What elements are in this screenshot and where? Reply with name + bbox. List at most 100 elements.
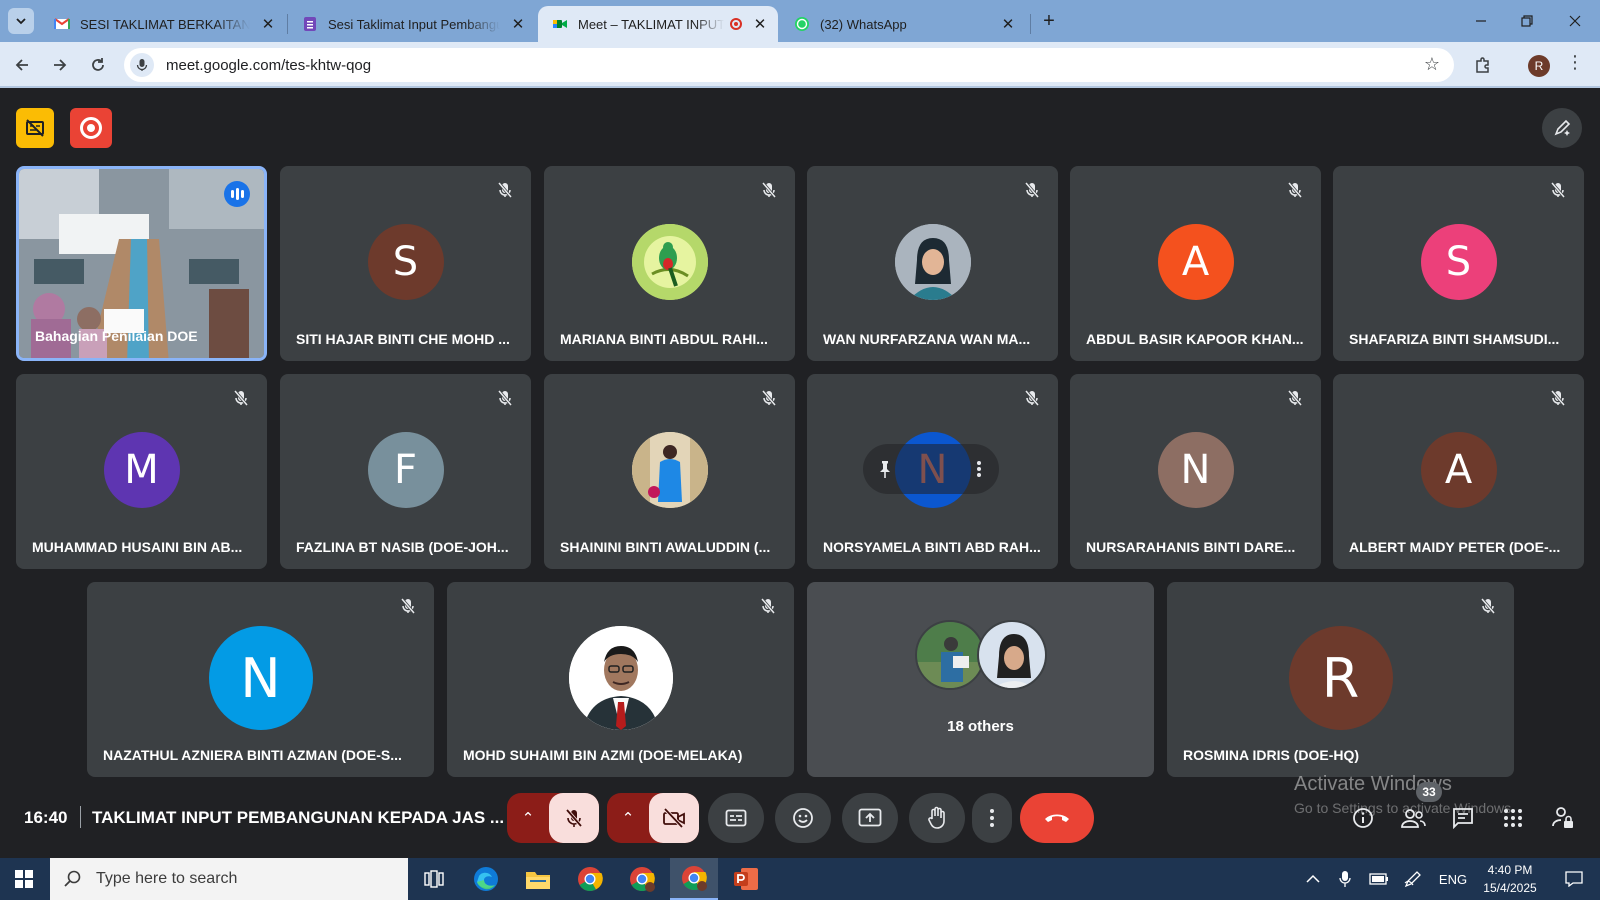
avatar: F — [367, 432, 444, 508]
minimize-button[interactable] — [1458, 6, 1504, 36]
address-bar[interactable]: meet.google.com/tes-khtw-qog ☆ — [124, 48, 1454, 82]
close-tab-icon[interactable]: ✕ — [260, 15, 276, 33]
pin-icon[interactable] — [875, 459, 895, 479]
task-view-button[interactable] — [410, 858, 458, 900]
others-tile[interactable]: 18 others — [807, 582, 1154, 777]
forward-button[interactable] — [46, 51, 74, 79]
taskbar-chrome[interactable] — [566, 858, 614, 900]
restore-button[interactable] — [1504, 6, 1550, 36]
chrome-icon — [630, 867, 655, 892]
forms-icon — [304, 17, 316, 31]
profile-avatar[interactable]: R — [1528, 55, 1550, 77]
camera-toggle-button[interactable] — [649, 793, 699, 843]
speaking-indicator-icon — [224, 181, 250, 207]
more-vert-icon — [990, 809, 994, 827]
tab-gmail[interactable]: SESI TAKLIMAT BERKAITAN INPUT ✕ — [40, 6, 286, 42]
participant-tile[interactable]: WAN NURFARZANA WAN MA... — [807, 166, 1058, 361]
tab-title: Meet – TAKLIMAT INPUT PEMBANGUNAN — [578, 16, 724, 32]
participant-count-badge: 33 — [1416, 782, 1442, 802]
reactions-button[interactable] — [775, 793, 831, 843]
back-button[interactable] — [8, 51, 36, 79]
participant-tile[interactable]: M MUHAMMAD HUSAINI BIN AB... — [16, 374, 267, 569]
people-button[interactable] — [1398, 803, 1428, 833]
participant-tile[interactable]: S SHAFARIZA BINTI SHAMSUDI... — [1333, 166, 1584, 361]
close-window-button[interactable] — [1552, 6, 1598, 36]
participant-tile[interactable]: R ROSMINA IDRIS (DOE-HQ) — [1167, 582, 1514, 777]
participant-tile[interactable]: N NURSARAHANIS BINTI DARE... — [1070, 374, 1321, 569]
tray-clock[interactable]: 4:40 PM 15/4/2025 — [1470, 861, 1550, 897]
windows-logo-icon — [15, 870, 33, 888]
participant-tile-hovered[interactable]: N NORSYAMELA BINTI ABD RAH... — [807, 374, 1058, 569]
puzzle-icon — [1476, 57, 1489, 73]
host-controls-button[interactable] — [1548, 803, 1578, 833]
emoji-icon — [793, 808, 813, 828]
mic-toggle-button[interactable] — [549, 793, 599, 843]
captions-off-badge[interactable] — [16, 108, 54, 148]
tile-hover-controls — [863, 444, 999, 494]
meeting-tools-button[interactable] — [1542, 108, 1582, 148]
tray-language[interactable]: ENG — [1436, 858, 1470, 900]
mic-off-icon — [497, 390, 513, 406]
participant-tile[interactable]: N NAZATHUL AZNIERA BINTI AZMAN (DOE-S... — [87, 582, 434, 777]
more-options-icon[interactable] — [969, 459, 989, 479]
participant-tile[interactable]: A ALBERT MAIDY PETER (DOE-... — [1333, 374, 1584, 569]
tab-forms[interactable]: Sesi Taklimat Input Pembangunan ✕ — [288, 6, 536, 42]
close-tab-icon[interactable]: ✕ — [752, 15, 768, 33]
captions-button[interactable] — [708, 793, 764, 843]
bookmark-star-icon[interactable]: ☆ — [1424, 54, 1440, 75]
minimize-icon — [1476, 20, 1486, 22]
taskbar-search-box[interactable]: Type here to search — [50, 858, 408, 900]
tray-battery[interactable] — [1366, 858, 1392, 900]
tab-search-button[interactable] — [8, 8, 34, 34]
action-center-button[interactable] — [1556, 858, 1592, 900]
raise-hand-button[interactable] — [909, 793, 965, 843]
reload-button[interactable] — [84, 51, 112, 79]
participant-tile[interactable]: MOHD SUHAIMI BIN AZMI (DOE-MELAKA) — [447, 582, 794, 777]
taskbar-powerpoint[interactable] — [722, 858, 770, 900]
taskbar-chrome-active[interactable] — [670, 858, 718, 900]
audio-options-button[interactable]: ⌃ — [507, 793, 549, 843]
others-count-label: 18 others — [947, 718, 1014, 735]
participant-tile[interactable]: MARIANA BINTI ABDUL RAHI... — [544, 166, 795, 361]
participant-name: WAN NURFARZANA WAN MA... — [823, 331, 1031, 347]
chat-button[interactable] — [1448, 803, 1478, 833]
others-avatars — [914, 620, 1047, 690]
participant-tile[interactable]: F FAZLINA BT NASIB (DOE-JOH... — [280, 374, 531, 569]
video-options-button[interactable]: ⌃ — [607, 793, 649, 843]
close-tab-icon[interactable]: ✕ — [510, 15, 526, 33]
windows-taskbar: Type here to search ENG 4:40 PM 15/4/202… — [0, 858, 1600, 900]
call-end-icon — [1045, 814, 1069, 822]
participant-tile[interactable]: S SITI HAJAR BINTI CHE MOHD ... — [280, 166, 531, 361]
meeting-details-button[interactable] — [1348, 803, 1378, 833]
chevron-up-icon: ⌃ — [521, 810, 535, 827]
tray-pen[interactable] — [1400, 858, 1426, 900]
tray-overflow-button[interactable] — [1300, 858, 1326, 900]
activities-button[interactable] — [1498, 803, 1528, 833]
tray-microphone[interactable] — [1332, 858, 1358, 900]
avatar: N — [208, 626, 313, 730]
info-icon — [1353, 808, 1373, 828]
participant-name: ROSMINA IDRIS (DOE-HQ) — [1183, 747, 1360, 763]
participant-tile[interactable]: A ABDUL BASIR KAPOOR KHAN... — [1070, 166, 1321, 361]
mic-off-icon — [233, 390, 249, 406]
new-tab-button[interactable]: + — [1036, 8, 1062, 34]
participant-tile-video[interactable]: Bahagian Penilaian DOE — [16, 166, 267, 361]
close-tab-icon[interactable]: ✕ — [1000, 15, 1016, 33]
tab-title: SESI TAKLIMAT BERKAITAN INPUT — [80, 16, 250, 32]
present-screen-button[interactable] — [842, 793, 898, 843]
leave-call-button[interactable] — [1020, 793, 1094, 843]
recording-badge[interactable] — [70, 108, 112, 148]
start-button[interactable] — [0, 858, 48, 900]
more-options-button[interactable] — [972, 793, 1012, 843]
divider — [80, 806, 81, 828]
extensions-button[interactable] — [1470, 52, 1496, 78]
taskbar-edge[interactable] — [462, 858, 510, 900]
tab-whatsapp[interactable]: (32) WhatsApp ✕ — [780, 6, 1026, 42]
taskbar-chrome-profile[interactable] — [618, 858, 666, 900]
participant-tile[interactable]: SHAININI BINTI AWALUDDIN (... — [544, 374, 795, 569]
tab-meet[interactable]: Meet – TAKLIMAT INPUT PEMBANGUNAN ✕ — [538, 6, 778, 42]
taskbar-file-explorer[interactable] — [514, 858, 562, 900]
browser-menu-icon[interactable]: ⋮ — [1566, 52, 1584, 73]
edge-icon — [474, 867, 498, 891]
site-info-button[interactable] — [130, 53, 154, 77]
